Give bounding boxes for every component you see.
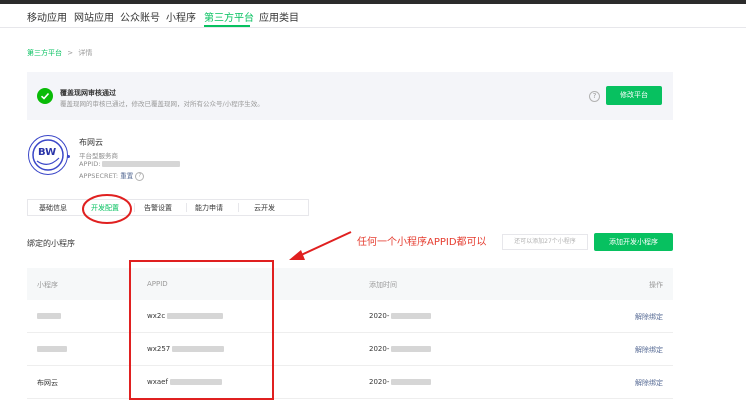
add-time-cell: 2020-	[369, 345, 432, 353]
appid-column-highlight-box	[129, 260, 274, 400]
column-header-mini-program: 小程序	[37, 281, 58, 289]
nav-item-mobile-app[interactable]: 移动应用	[27, 9, 67, 24]
nav-item-app-category[interactable]: 应用类目	[259, 9, 299, 24]
detail-tabs: 基础信息 开发配置 告警设置 能力申请 云开发	[27, 199, 309, 216]
add-mini-program-button[interactable]: 添加开发小程序	[594, 233, 673, 251]
remaining-quota-hint: 还可以添加27个小程序	[502, 234, 588, 250]
bound-mini-programs-title: 绑定的小程序	[27, 239, 75, 248]
table-row: wx2c 2020- 解除绑定	[27, 300, 673, 333]
check-icon	[37, 88, 53, 104]
mini-program-name-masked	[37, 346, 67, 352]
mini-program-name: 布网云	[37, 379, 58, 387]
top-navigation: 移动应用 网站应用 公众账号 小程序 第三方平台 应用类目	[0, 4, 746, 28]
breadcrumb-separator: >	[67, 49, 74, 57]
nav-item-third-party-platform[interactable]: 第三方平台	[204, 9, 254, 24]
appsecret-label: APPSECRET:	[79, 172, 119, 180]
reset-appsecret-link[interactable]: 重置	[120, 172, 133, 180]
nav-item-mini-program[interactable]: 小程序	[166, 9, 196, 24]
platform-name: 布网云	[79, 138, 103, 147]
tab-divider	[238, 203, 239, 212]
logo-dot-icon	[67, 155, 70, 158]
mini-program-name-masked	[37, 313, 61, 319]
platform-logo: BW	[28, 135, 68, 175]
table-row: wx257 2020- 解除绑定	[27, 333, 673, 366]
platform-type: 平台型服务商	[79, 152, 118, 160]
modify-platform-button[interactable]: 修改平台	[606, 86, 662, 105]
add-time-cell: 2020-	[369, 378, 432, 386]
help-icon[interactable]: ?	[589, 91, 600, 102]
column-header-add-time: 添加时间	[369, 281, 397, 289]
breadcrumb: 第三方平台 > 详情	[27, 48, 92, 58]
help-icon[interactable]: ?	[135, 171, 145, 181]
tab-divider	[186, 203, 187, 212]
appid-masked	[102, 161, 181, 167]
annotation-text: 任何一个小程序APPID都可以	[357, 237, 487, 248]
breadcrumb-current: 详情	[78, 49, 93, 57]
appid-label: APPID:	[79, 160, 101, 168]
tab-capability-apply[interactable]: 能力申请	[195, 203, 223, 213]
unbind-link[interactable]: 解除绑定	[635, 378, 663, 388]
breadcrumb-parent-link[interactable]: 第三方平台	[27, 49, 62, 57]
table-row: 布网云 wxaef 2020- 解除绑定	[27, 366, 673, 399]
column-header-operation: 操作	[649, 281, 663, 289]
nav-active-underline	[204, 25, 250, 27]
tab-cloud-dev[interactable]: 云开发	[254, 203, 275, 213]
nav-item-official-account[interactable]: 公众账号	[120, 9, 160, 24]
red-arrow-annotation	[289, 231, 352, 260]
table-header: 小程序 APPID 添加时间 操作	[27, 268, 673, 300]
unbind-link[interactable]: 解除绑定	[635, 312, 663, 322]
tab-basic-info[interactable]: 基础信息	[39, 203, 67, 213]
platform-appid: APPID:	[79, 160, 181, 168]
add-time-cell: 2020-	[369, 312, 432, 320]
platform-appsecret: APPSECRET: 重置 ?	[79, 170, 145, 181]
logo-text: BW	[38, 147, 57, 158]
banner-description: 覆盖现网的审核已通过，修改已覆盖现网，对所有公众号/小程序生效。	[60, 100, 264, 108]
nav-item-website-app[interactable]: 网站应用	[74, 9, 114, 24]
banner-title: 覆盖现网审核通过	[60, 89, 116, 97]
review-status-banner: 覆盖现网审核通过 覆盖现网的审核已通过，修改已覆盖现网，对所有公众号/小程序生效…	[27, 72, 673, 120]
unbind-link[interactable]: 解除绑定	[635, 345, 663, 355]
red-circle-annotation	[82, 194, 132, 224]
tab-alert-settings[interactable]: 告警设置	[144, 203, 172, 213]
